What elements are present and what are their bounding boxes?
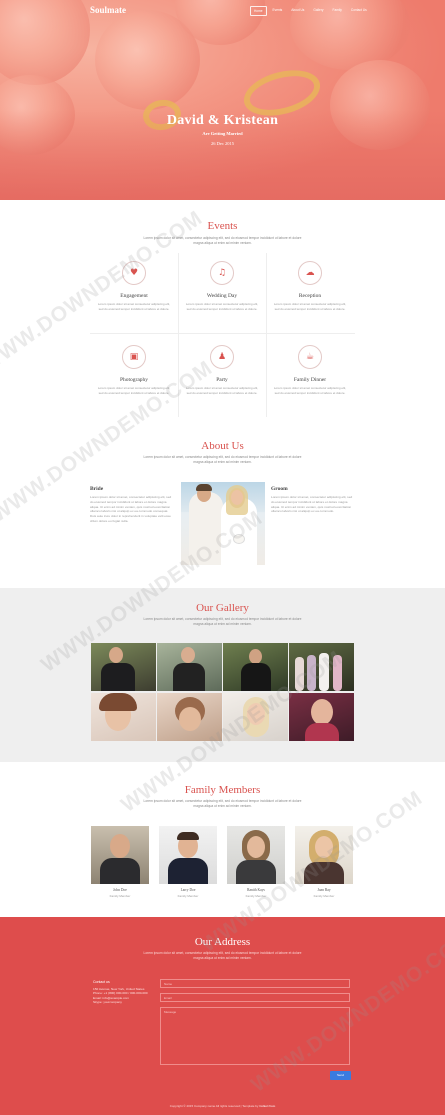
couple-title: David & Kristean	[166, 113, 279, 128]
main-nav: Home Events About Us Gallery Family Cont…	[250, 6, 370, 16]
footer: Copyright © 2015 Company name All rights…	[0, 1104, 445, 1108]
camera-icon: ▣	[122, 345, 146, 369]
family-member-card: John Doe Family Member	[91, 826, 149, 898]
brand-logo[interactable]: Soulmate	[90, 5, 126, 15]
event-card: ☕ Family Dinner Lorem ipsum dolor sit am…	[266, 335, 354, 417]
bride-text: Lorem ipsum dolor sit amet, consectetur …	[90, 495, 172, 523]
event-desc: Lorem ipsum dolor sit amet consectetur a…	[97, 302, 171, 311]
event-title: Wedding Day	[206, 293, 238, 299]
gallery-title: Our Gallery	[196, 602, 249, 614]
copyright-text: Copyright © 2015 Company name All rights…	[169, 1104, 259, 1108]
contact-label: Contact us	[93, 980, 110, 984]
hero-subtitle: Are Getting Married	[202, 131, 243, 136]
nav-item-about[interactable]: About Us	[288, 6, 307, 16]
groom-column: Groom Lorem ipsum dolor sit amet, consec…	[271, 486, 356, 514]
member-name: John Doe	[113, 888, 127, 892]
member-role: Family Member	[313, 894, 335, 898]
music-icon: ♫	[210, 261, 234, 285]
member-role: Family Member	[109, 894, 131, 898]
about-title: About Us	[201, 440, 244, 452]
member-photo	[91, 826, 149, 884]
wedding-date: 26 Dec 2015	[211, 141, 234, 146]
cloud-icon: ☁	[298, 261, 322, 285]
address-intro: Lorem ipsum dolor sit amet, consectetur …	[143, 951, 302, 960]
event-desc: Lorem ipsum dolor sit amet consectetur a…	[273, 302, 347, 311]
family-member-card: Larry Doe Family Member	[159, 826, 217, 898]
hero-banner: Soulmate Home Events About Us Gallery Fa…	[0, 0, 445, 200]
event-desc: Lorem ipsum dolor sit amet consectetur a…	[185, 302, 259, 311]
gallery-image[interactable]	[157, 643, 222, 691]
member-photo	[227, 826, 285, 884]
nav-item-family[interactable]: Family	[330, 6, 345, 16]
events-title: Events	[207, 220, 238, 232]
gallery-image[interactable]	[289, 693, 354, 741]
skype-line: Skype: yourcompany	[93, 1000, 122, 1005]
rose-image	[0, 0, 90, 85]
nav-item-events[interactable]: Events	[270, 6, 286, 16]
event-desc: Lorem ipsum dolor sit amet consectetur a…	[273, 386, 347, 395]
event-card: ♫ Wedding Day Lorem ipsum dolor sit amet…	[178, 253, 266, 335]
dinner-icon: ☕	[298, 345, 322, 369]
event-card: ☁ Reception Lorem ipsum dolor sit amet c…	[266, 253, 354, 335]
groom-heading: Groom	[271, 486, 288, 492]
nav-item-contact[interactable]: Contact Us	[348, 6, 370, 16]
about-intro: Lorem ipsum dolor sit amet, consectetur …	[143, 455, 302, 464]
member-name: Larry Doe	[180, 888, 196, 892]
footer-link[interactable]: Collect from	[259, 1104, 275, 1108]
event-title: Reception	[298, 293, 322, 299]
groom-text: Lorem ipsum dolor sit amet, consectetur …	[271, 495, 353, 514]
contact-info: Contact us 150 Avenue, New York, United …	[93, 980, 153, 1005]
email-input[interactable]: Email	[160, 993, 350, 1002]
bride-column: Bride Lorem ipsum dolor sit amet, consec…	[90, 486, 175, 524]
family-title: Family Members	[184, 784, 261, 796]
gallery-intro: Lorem ipsum dolor sit amet, consectetur …	[143, 617, 302, 626]
bride-heading: Bride	[90, 486, 104, 492]
name-input[interactable]: Name	[160, 979, 350, 988]
family-intro: Lorem ipsum dolor sit amet, consectetur …	[143, 799, 302, 808]
nav-item-home[interactable]: Home	[250, 6, 267, 16]
party-icon: ♟	[210, 345, 234, 369]
event-title: Family Dinner	[293, 377, 327, 383]
member-photo	[159, 826, 217, 884]
gallery-image[interactable]	[91, 693, 156, 741]
nav-item-gallery[interactable]: Gallery	[310, 6, 326, 16]
send-button[interactable]: Send	[330, 1071, 351, 1080]
member-role: Family Member	[177, 894, 199, 898]
gallery-image[interactable]	[91, 643, 156, 691]
